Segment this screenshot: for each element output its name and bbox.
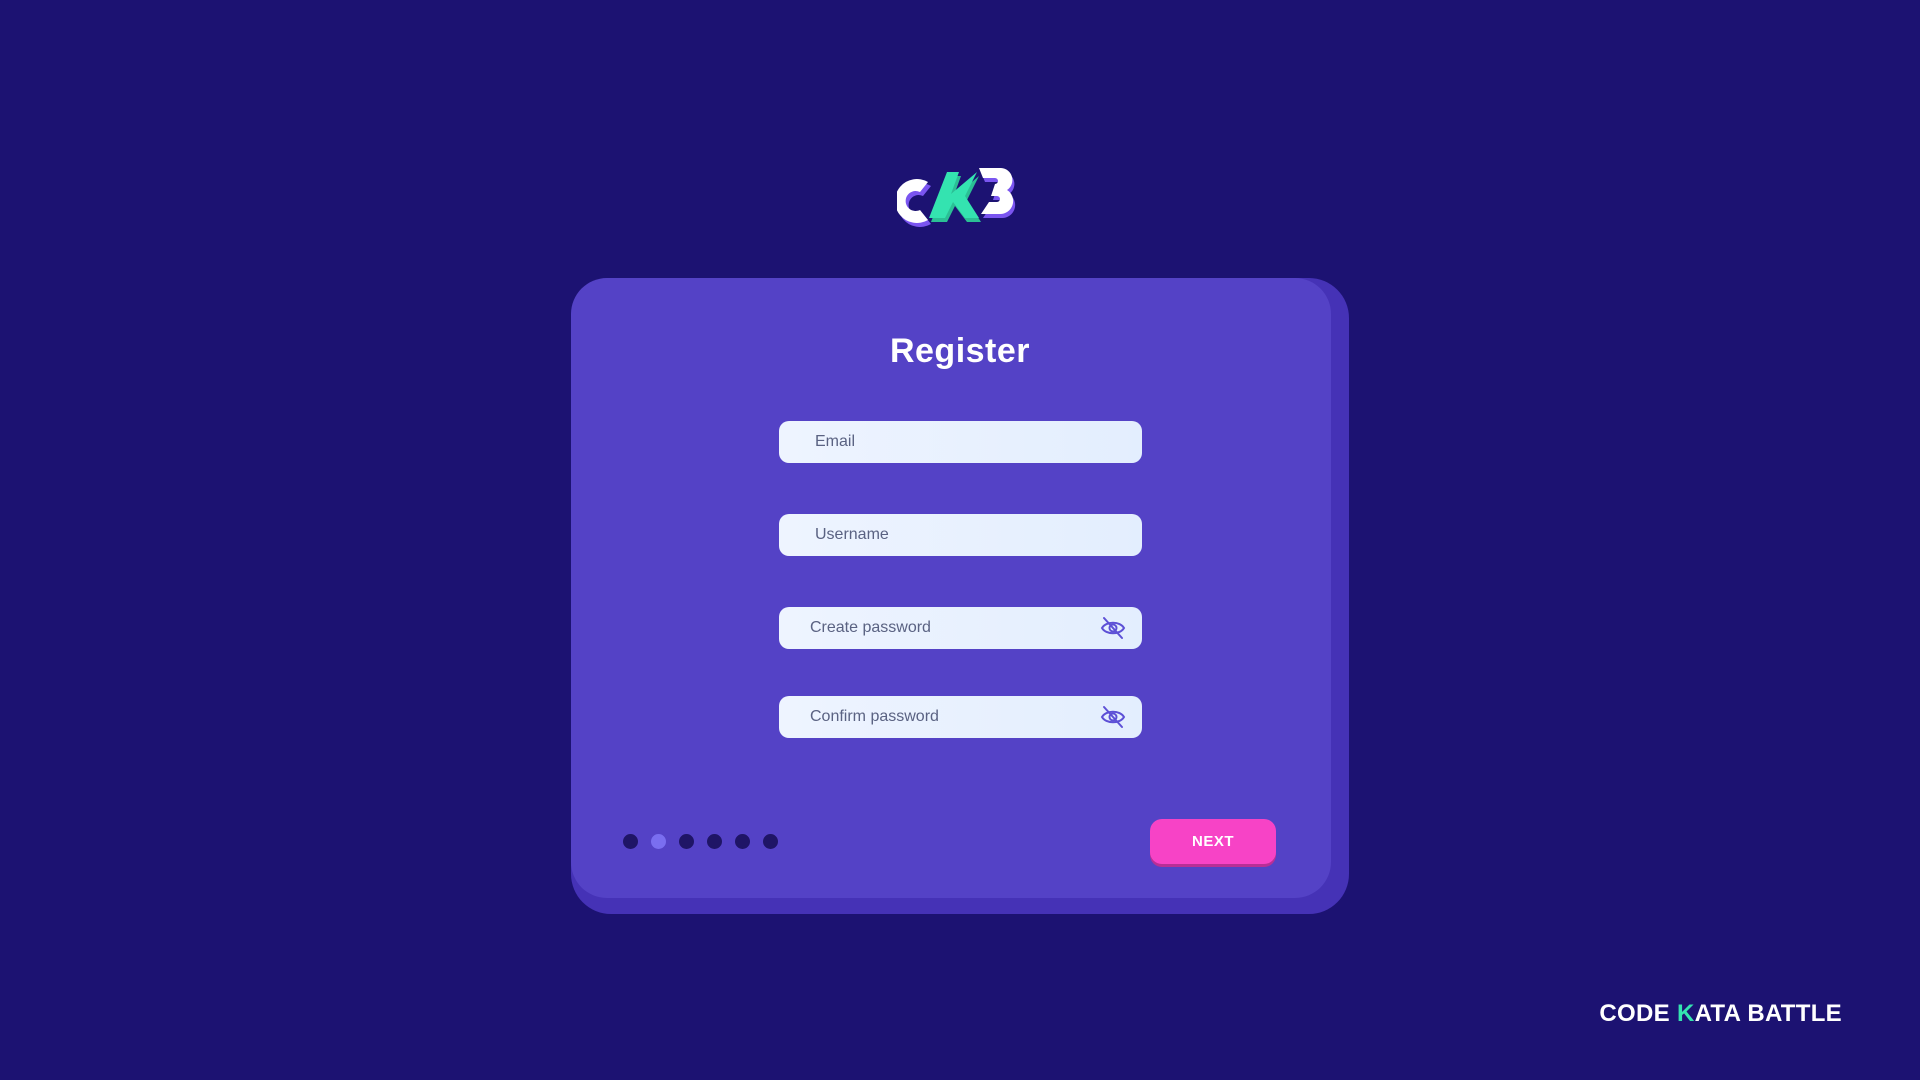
next-button[interactable]: NEXT <box>1150 819 1276 864</box>
step-dot-1[interactable] <box>623 834 638 849</box>
register-page: Register N <box>0 0 1920 1080</box>
step-dot-5[interactable] <box>735 834 750 849</box>
brand-part-k: K <box>1676 1000 1695 1027</box>
brand-part-code: CODE <box>1599 1000 1670 1027</box>
email-field[interactable] <box>779 421 1142 463</box>
create-password-field[interactable] <box>779 607 1142 649</box>
confirm-password-field[interactable] <box>779 696 1142 738</box>
step-dot-4[interactable] <box>707 834 722 849</box>
brand-part-ata-battle: ATA BATTLE <box>1694 1000 1842 1027</box>
step-dot-3[interactable] <box>679 834 694 849</box>
step-dot-6[interactable] <box>763 834 778 849</box>
eye-off-icon[interactable] <box>1100 616 1126 640</box>
email-field-container <box>779 421 1142 463</box>
confirm-password-field-container <box>779 696 1142 738</box>
username-field[interactable] <box>779 514 1142 556</box>
step-dot-2-active[interactable] <box>651 834 666 849</box>
ckb-logo-icon <box>894 166 1021 234</box>
brand-wordmark: CODE KATA BATTLE <box>1599 1000 1842 1028</box>
password-field-container <box>779 607 1142 649</box>
page-title: Register <box>889 332 1031 370</box>
register-card <box>571 278 1331 898</box>
username-field-container <box>779 514 1142 556</box>
eye-off-icon[interactable] <box>1100 705 1126 729</box>
